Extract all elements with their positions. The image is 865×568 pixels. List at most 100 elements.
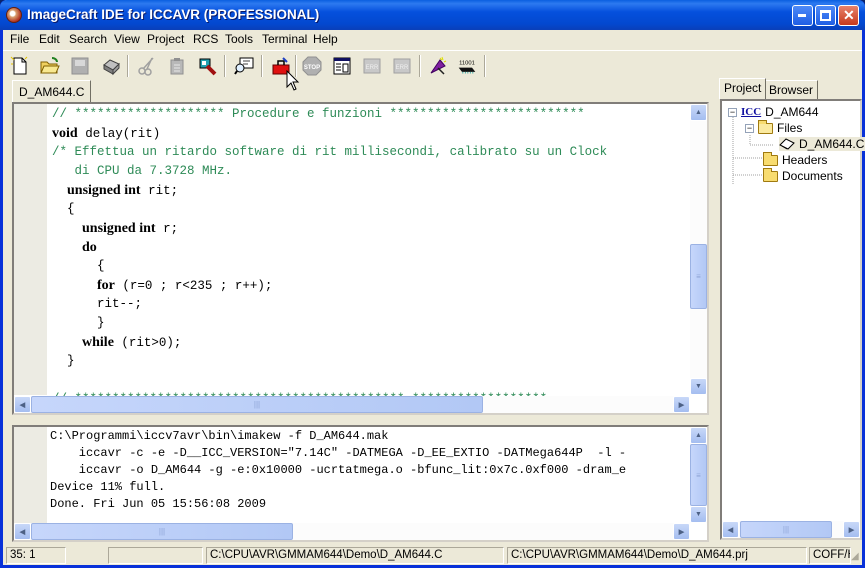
program-chip-button[interactable]	[426, 54, 450, 78]
code-line[interactable]: rit--;	[52, 295, 689, 314]
menu-terminal[interactable]: Terminal	[262, 32, 307, 46]
tree-item-documents[interactable]: Documents	[763, 167, 843, 183]
chevron-left-icon: ◀	[727, 526, 734, 534]
output-console[interactable]: C:\Programmi\iccv7avr\bin\imakew -f D_AM…	[12, 425, 709, 542]
menu-help[interactable]: Help	[313, 32, 338, 46]
application-builder-button[interactable]	[330, 54, 354, 78]
code-line[interactable]: {	[52, 200, 689, 219]
cut-button[interactable]	[135, 54, 159, 78]
maximize-button[interactable]	[815, 5, 836, 26]
menu-tools[interactable]: Tools	[225, 32, 253, 46]
tree-horizontal-scrollbar[interactable]: ◀ ||| ▶	[722, 521, 860, 538]
tree-item-project-root[interactable]: − ICC D_AM644	[728, 105, 819, 119]
code-token: }	[52, 316, 105, 330]
find-button[interactable]	[196, 54, 220, 78]
output-vertical-scrollbar[interactable]: ▲ ≡ ▼	[690, 427, 707, 523]
scroll-thumb[interactable]: ≡	[690, 444, 707, 506]
close-button[interactable]: ✕	[838, 5, 859, 26]
tree-item-files[interactable]: − Files	[745, 119, 802, 135]
new-file-button[interactable]	[8, 54, 32, 78]
chip-bits-button[interactable]: 11001	[455, 54, 479, 78]
code-editor[interactable]: // ******************** Procedure e funz…	[12, 102, 709, 415]
folder-icon	[763, 167, 778, 182]
print-button[interactable]	[99, 54, 123, 78]
scroll-down-button[interactable]: ▼	[690, 378, 707, 395]
previous-error-button[interactable]: ERR	[360, 54, 384, 78]
scroll-thumb[interactable]: |||	[31, 396, 483, 413]
code-line[interactable]: while (rit>0);	[52, 333, 689, 352]
code-line[interactable]: unsigned int r;	[52, 219, 689, 238]
scroll-left-button[interactable]: ◀	[14, 523, 31, 540]
code-line[interactable]: do	[52, 238, 689, 257]
scroll-down-button[interactable]: ▼	[690, 506, 707, 523]
output-gutter	[14, 427, 47, 523]
scroll-thumb[interactable]: ≡	[690, 244, 707, 309]
menu-edit[interactable]: Edit	[39, 32, 60, 46]
resize-grip-icon[interactable]: ◢	[851, 551, 859, 562]
chevron-left-icon: ◀	[19, 401, 26, 409]
stop-button[interactable]: STOP	[300, 54, 324, 78]
scroll-left-button[interactable]: ◀	[722, 521, 739, 538]
scroll-thumb[interactable]: |||	[31, 523, 293, 540]
editor-horizontal-scrollbar[interactable]: ◀ ||| ▶	[14, 396, 690, 413]
toolbar-separator	[224, 55, 226, 77]
tab-project[interactable]: Project	[719, 78, 767, 99]
code-line[interactable]: }	[52, 352, 689, 371]
svg-text:STOP: STOP	[304, 65, 320, 71]
scroll-right-button[interactable]: ▶	[673, 523, 690, 540]
save-button[interactable]	[68, 54, 92, 78]
app-icon[interactable]	[6, 7, 22, 23]
tab-d-am644-c[interactable]: D_AM644.C	[12, 80, 92, 102]
collapse-icon[interactable]: −	[728, 107, 737, 117]
code-text[interactable]: // ******************** Procedure e funz…	[52, 105, 689, 396]
scroll-right-button[interactable]: ▶	[673, 396, 690, 413]
code-line[interactable]: // ******************** Procedure e funz…	[52, 105, 689, 124]
find-icon	[199, 58, 217, 76]
menu-view[interactable]: View	[114, 32, 140, 46]
scroll-right-button[interactable]: ▶	[843, 521, 860, 538]
code-line[interactable]: for (r=0 ; r<235 ; r++);	[52, 276, 689, 295]
output-horizontal-scrollbar[interactable]: ◀ ||| ▶	[14, 523, 690, 540]
grip-icon: |||	[782, 525, 790, 534]
tab-browser[interactable]: Browser	[764, 80, 819, 99]
comment: // ******************** Procedure e funz…	[52, 107, 585, 121]
icc-project-icon: ICC	[741, 106, 762, 118]
code-line[interactable]: }	[52, 314, 689, 333]
tree-item-headers[interactable]: Headers	[763, 151, 827, 167]
toolbar: STOP ERR ERR 11001	[3, 50, 862, 80]
code-line[interactable]	[52, 371, 689, 390]
menu-search[interactable]: Search	[69, 32, 107, 46]
code-line[interactable]: /* Effettua un ritardo software di rit m…	[52, 143, 689, 162]
code-line[interactable]: void delay(rit)	[52, 124, 689, 143]
scroll-thumb[interactable]: |||	[740, 521, 832, 538]
bits-chip-icon: 11001	[458, 60, 476, 74]
scroll-up-button[interactable]: ▲	[690, 104, 707, 121]
save-icon	[71, 57, 89, 75]
next-error-button[interactable]: ERR	[390, 54, 414, 78]
scroll-up-button[interactable]: ▲	[690, 427, 707, 444]
title-bar[interactable]: ImageCraft IDE for ICCAVR (PROFESSIONAL)…	[0, 0, 865, 30]
output-text[interactable]: C:\Programmi\iccv7avr\bin\imakew -f D_AM…	[50, 428, 690, 522]
tree-item-file[interactable]: D_AM644.C	[779, 137, 865, 151]
menu-file[interactable]: File	[10, 32, 29, 46]
find-in-files-icon	[234, 57, 254, 75]
paste-button[interactable]	[165, 54, 189, 78]
editor-vertical-scrollbar[interactable]: ▲ ≡ ▼	[690, 104, 707, 395]
code-line[interactable]: unsigned int rit;	[52, 181, 689, 200]
scroll-left-button[interactable]: ◀	[14, 396, 31, 413]
folder-icon	[763, 151, 778, 166]
menu-project[interactable]: Project	[147, 32, 184, 46]
minimize-button[interactable]	[792, 5, 813, 26]
collapse-icon[interactable]: −	[745, 123, 754, 133]
svg-text:ERR: ERR	[396, 65, 409, 71]
mouse-cursor-icon	[286, 70, 300, 91]
menu-rcs[interactable]: RCS	[193, 32, 218, 46]
find-in-files-button[interactable]	[232, 54, 256, 78]
project-panel: Project Browser − ICC D_AM644 − Files D_…	[715, 78, 865, 540]
open-button[interactable]	[38, 54, 62, 78]
open-folder-icon	[40, 57, 60, 74]
code-line[interactable]: {	[52, 257, 689, 276]
code-line[interactable]: di CPU da 7.3728 MHz.	[52, 162, 689, 181]
